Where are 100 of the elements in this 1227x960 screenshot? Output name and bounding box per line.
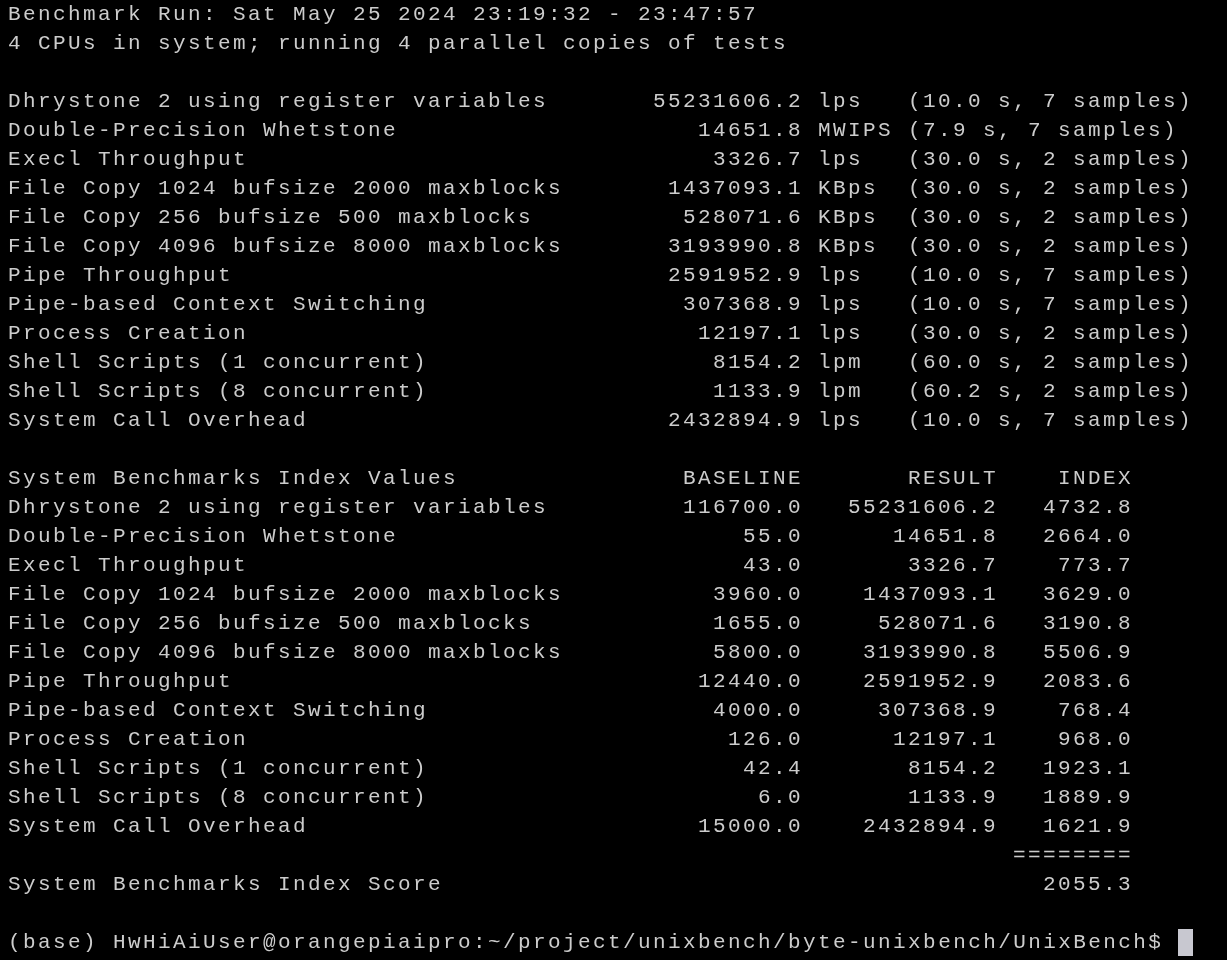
test-name: System Call Overhead <box>8 815 309 838</box>
result-value: 12197.1 <box>698 321 803 347</box>
table-cell-text: 55.0 <box>743 524 803 550</box>
test-name: Shell Scripts (8 concurrent) <box>8 786 429 809</box>
table-cell-text: 43.0 <box>743 553 803 579</box>
test-name: Pipe Throughput <box>8 264 234 287</box>
table-cell-text: 528071.6 <box>877 611 998 637</box>
unit-label: MWIPS <box>818 119 893 142</box>
table-cell-text: 3326.7 <box>908 553 998 579</box>
table-title: System Benchmarks Index Values <box>8 467 459 490</box>
result-value: 3193990.8 <box>667 234 803 260</box>
timing-info: (30.0 s, 2 samples) <box>908 234 1194 260</box>
table-cell-text: 1923.1 <box>1043 756 1133 782</box>
terminal-line: 4 CPUs in system; running 4 parallel copies of tests <box>8 31 789 57</box>
table-cell-text: 1655.0 <box>713 611 803 637</box>
cursor <box>1178 929 1194 956</box>
unit-label: lps <box>818 409 863 432</box>
test-name: Process Creation <box>8 728 249 751</box>
unit-label: lpm <box>818 380 863 403</box>
table-cell-text: 2083.6 <box>1043 669 1133 695</box>
table-cell-text: 3960.0 <box>713 582 803 608</box>
result-value: 14651.8 <box>698 118 803 144</box>
test-name: File Copy 4096 bufsize 8000 maxblocks <box>8 235 564 258</box>
timing-info: (60.2 s, 2 samples) <box>908 379 1194 405</box>
test-name: File Copy 1024 bufsize 2000 maxblocks <box>8 583 564 606</box>
result-value: 2432894.9 <box>667 408 803 434</box>
table-cell-text: 55231606.2 <box>847 495 998 521</box>
unit-label: lps <box>818 322 863 345</box>
table-cell-text: 773.7 <box>1058 553 1133 579</box>
table-cell-text: 42.4 <box>743 756 803 782</box>
result-value: 528071.6 <box>682 205 803 231</box>
unit-label: KBps <box>818 177 878 200</box>
table-cell-text: 768.4 <box>1058 698 1133 724</box>
test-name: Shell Scripts (1 concurrent) <box>8 757 429 780</box>
table-cell-text: 2664.0 <box>1043 524 1133 550</box>
test-name: File Copy 256 bufsize 500 maxblocks <box>8 206 534 229</box>
unit-label: lps <box>818 148 863 171</box>
test-name: Shell Scripts (1 concurrent) <box>8 351 429 374</box>
result-value: 1437093.1 <box>667 176 803 202</box>
test-name: Pipe-based Context Switching <box>8 293 429 316</box>
table-cell-text: 126.0 <box>728 727 803 753</box>
unit-label: KBps <box>818 235 878 258</box>
result-value: 3326.7 <box>713 147 803 173</box>
score-value: 2055.3 <box>1043 872 1133 898</box>
timing-info: (30.0 s, 2 samples) <box>908 321 1194 347</box>
test-name: Pipe-based Context Switching <box>8 699 429 722</box>
unit-label: lps <box>818 90 863 113</box>
table-cell-text: 5800.0 <box>713 640 803 666</box>
table-cell-text: 3193990.8 <box>862 640 998 666</box>
table-cell-text: 307368.9 <box>877 698 998 724</box>
table-cell-text: 1133.9 <box>908 785 998 811</box>
test-name: Double-Precision Whetstone <box>8 525 399 548</box>
table-cell-text: 15000.0 <box>698 814 803 840</box>
table-cell-text: 2591952.9 <box>862 669 998 695</box>
shell-prompt: (base) HwHiAiUser@orangepiaipro:~/project/unixbench/byte-unixbench/UnixBench$ <box>8 930 1164 956</box>
unit-label: lpm <box>818 351 863 374</box>
terminal-line: Benchmark Run: Sat May 25 2024 23:19:32 - 23:47:57 <box>8 2 759 28</box>
result-value: 55231606.2 <box>652 89 803 115</box>
table-cell-text: 12440.0 <box>698 669 803 695</box>
timing-info: (10.0 s, 7 samples) <box>908 408 1194 434</box>
table-cell-text: 12197.1 <box>893 727 998 753</box>
separator-line: ======== <box>1012 843 1133 869</box>
test-name: Shell Scripts (8 concurrent) <box>8 380 429 403</box>
timing-info: (30.0 s, 2 samples) <box>908 176 1194 202</box>
test-name: Pipe Throughput <box>8 670 234 693</box>
timing-info: (30.0 s, 2 samples) <box>908 147 1194 173</box>
table-cell-text: 4000.0 <box>713 698 803 724</box>
table-cell-text: 3190.8 <box>1043 611 1133 637</box>
test-name: Execl Throughput <box>8 554 249 577</box>
test-name: Dhrystone 2 using register variables <box>8 90 549 113</box>
column-header: RESULT <box>908 466 998 492</box>
unit-label: lps <box>818 264 863 287</box>
table-cell-text: 1437093.1 <box>862 582 998 608</box>
table-cell-text: 6.0 <box>758 785 803 811</box>
table-cell-text: 4732.8 <box>1043 495 1133 521</box>
table-cell-text: 116700.0 <box>682 495 803 521</box>
table-cell-text: 968.0 <box>1058 727 1133 753</box>
result-value: 307368.9 <box>682 292 803 318</box>
timing-info: (7.9 s, 7 samples) <box>908 118 1179 144</box>
test-name: Process Creation <box>8 322 249 345</box>
timing-info: (30.0 s, 2 samples) <box>908 205 1194 231</box>
timing-info: (10.0 s, 7 samples) <box>908 263 1194 289</box>
unit-label: lps <box>818 293 863 316</box>
test-name: Execl Throughput <box>8 148 249 171</box>
table-cell-text: 3629.0 <box>1043 582 1133 608</box>
table-cell-text: 1889.9 <box>1043 785 1133 811</box>
table-cell-text: 8154.2 <box>908 756 998 782</box>
table-cell-text: 1621.9 <box>1043 814 1133 840</box>
column-header: INDEX <box>1058 466 1133 492</box>
result-value: 8154.2 <box>713 350 803 376</box>
test-name: Dhrystone 2 using register variables <box>8 496 549 519</box>
unit-label: KBps <box>818 206 878 229</box>
test-name: File Copy 4096 bufsize 8000 maxblocks <box>8 641 564 664</box>
result-value: 1133.9 <box>713 379 803 405</box>
table-cell-text: 2432894.9 <box>862 814 998 840</box>
column-header: BASELINE <box>682 466 803 492</box>
table-cell-text: 14651.8 <box>893 524 998 550</box>
timing-info: (60.0 s, 2 samples) <box>908 350 1194 376</box>
score-label: System Benchmarks Index Score <box>8 873 444 896</box>
result-value: 2591952.9 <box>667 263 803 289</box>
